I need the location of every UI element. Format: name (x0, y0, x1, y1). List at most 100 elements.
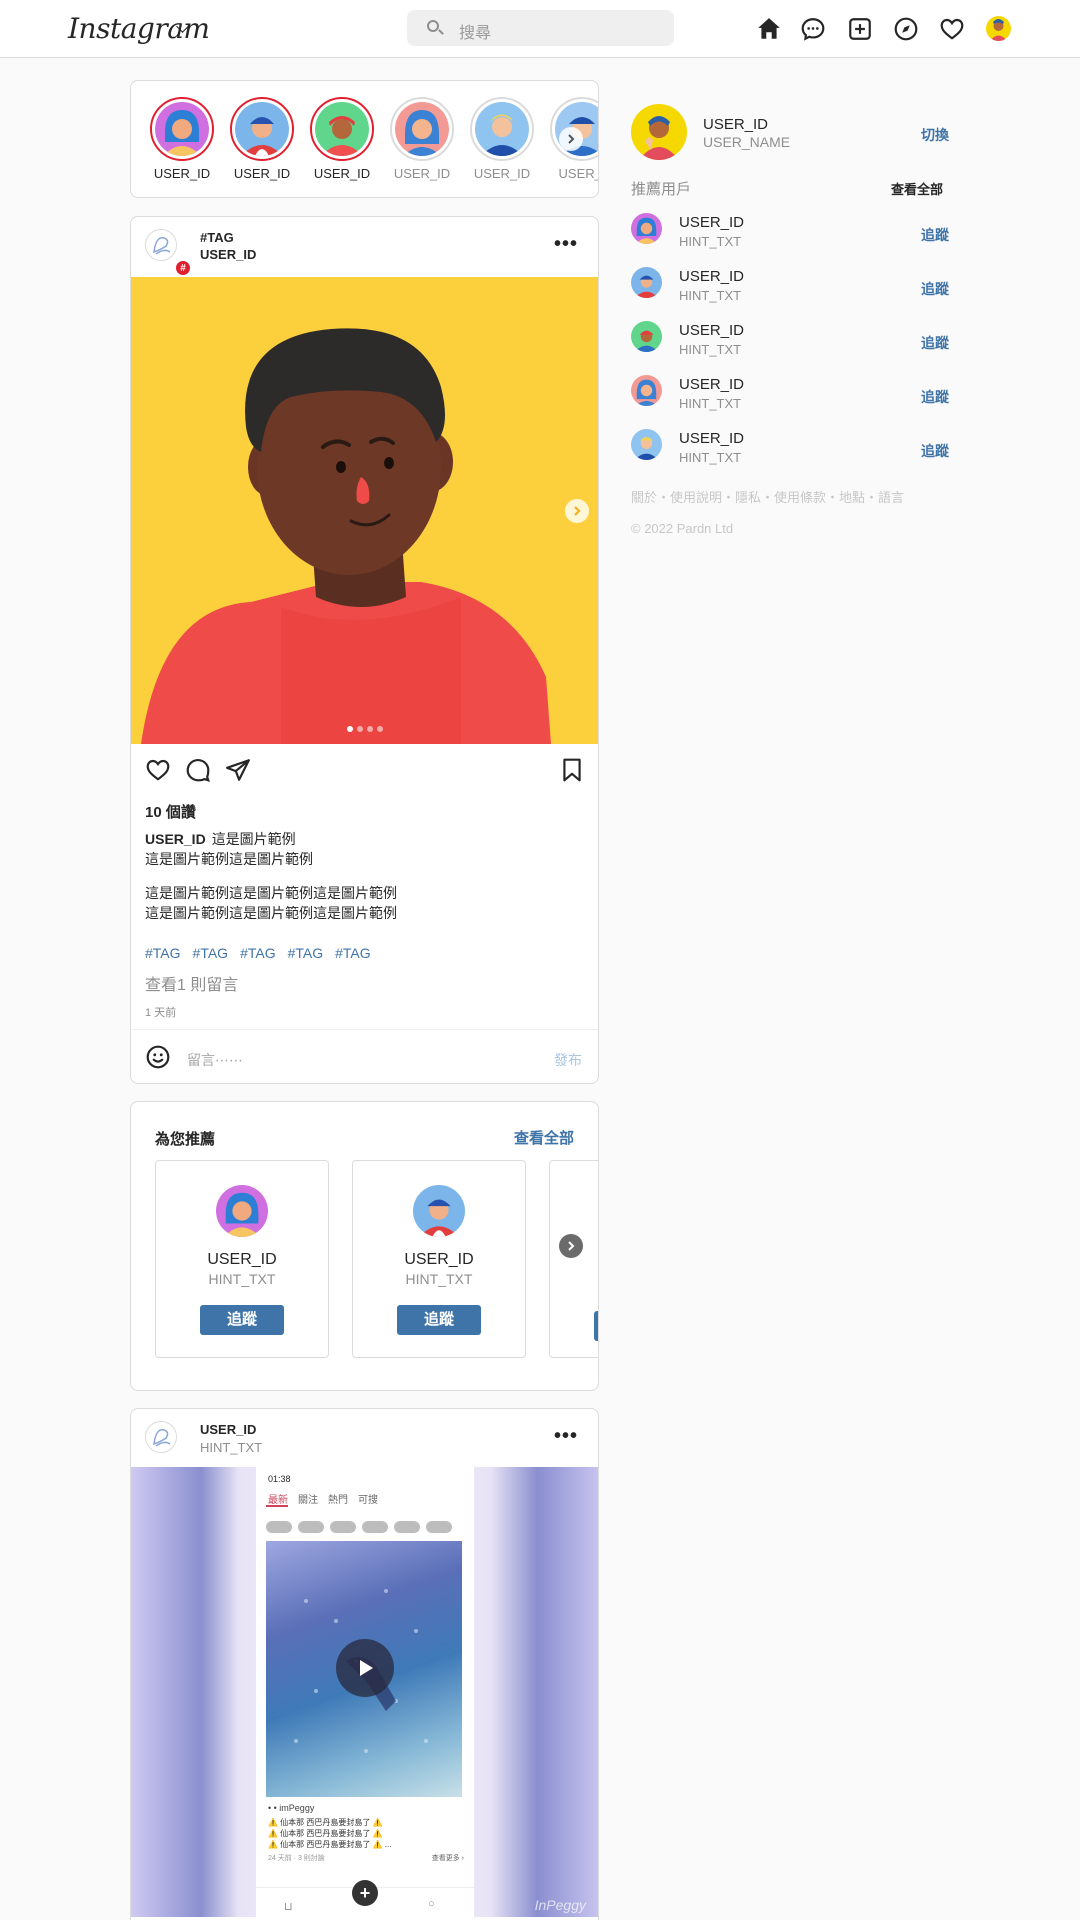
new-post-icon[interactable] (845, 14, 875, 44)
heart-activity-icon[interactable] (937, 14, 967, 44)
story-username: USER_ID (313, 166, 371, 181)
suggested-user-avatar[interactable] (631, 429, 662, 460)
post-author-avatar[interactable] (145, 1421, 177, 1453)
follow-button[interactable]: 追蹤 (397, 1305, 481, 1335)
story-username: USER_ID (153, 166, 211, 181)
home-icon[interactable] (754, 14, 784, 44)
hashtag-link[interactable]: #TAG (193, 945, 229, 961)
suggested-user-avatar[interactable] (631, 267, 662, 298)
top-navigation-bar: Instagram 搜尋 (0, 0, 1080, 58)
post-caption-body: 這是圖片範例這是圖片範例這是圖片範例 這是圖片範例這是圖片範例這是圖片範例 (145, 883, 585, 923)
post-tag[interactable]: #TAG (200, 229, 234, 246)
phone-post-meta: 24 天前 · 3 則討論 (268, 1855, 325, 1862)
image-next-button[interactable] (565, 499, 589, 523)
hashtag-link[interactable]: #TAG (288, 945, 324, 961)
post-author-avatar[interactable] (145, 229, 177, 261)
suggested-user-id[interactable]: USER_ID (679, 322, 744, 339)
phone-status-time: 01:38 (268, 1474, 291, 1484)
share-paper-plane-icon[interactable] (225, 757, 251, 788)
bookmark-icon[interactable] (559, 757, 585, 788)
comment-icon[interactable] (185, 757, 211, 788)
story-item[interactable]: USER_ID (307, 97, 377, 181)
suggested-user-avatar[interactable] (631, 213, 662, 244)
suggested-user-hint: HINT_TXT (679, 450, 742, 465)
more-options-icon[interactable]: ••• (554, 233, 578, 256)
suggested-user-name[interactable]: USER_ID (156, 1251, 328, 1269)
follow-button-partial[interactable] (594, 1311, 598, 1341)
story-avatar (315, 102, 369, 156)
plus-icon: + (352, 1880, 378, 1906)
stories-tray: USER_ID USER_ID USER_ID USER_ID USER_ID … (130, 80, 599, 198)
suggested-user-name[interactable]: USER_ID (353, 1251, 525, 1269)
post-username[interactable]: USER_ID (200, 246, 256, 263)
post-username[interactable]: USER_ID (200, 1421, 256, 1438)
suggestions-next-button[interactable] (559, 1234, 583, 1258)
messenger-icon[interactable] (798, 14, 828, 44)
carousel-indicator (131, 726, 598, 732)
suggested-user-hint: HINT_TXT (679, 234, 742, 249)
suggested-user-avatar[interactable] (413, 1185, 465, 1237)
post-video[interactable]: 01:38 最新 關注 熱門 可搜 • • imPeggy ⚠️ 仙本那 西巴丹… (131, 1467, 598, 1917)
suggested-user-id[interactable]: USER_ID (679, 268, 744, 285)
suggested-user-card[interactable]: USER_ID HINT_TXT 追蹤 (155, 1160, 329, 1358)
story-item[interactable]: USER_ID (387, 97, 457, 181)
phone-chips (266, 1521, 452, 1533)
follow-link[interactable]: 追蹤 (921, 387, 949, 407)
profile-avatar[interactable] (986, 16, 1011, 41)
video-watermark: InPeggy (534, 1897, 586, 1913)
post-hint: HINT_TXT (200, 1440, 263, 1455)
phone-tab: 可搜 (358, 1495, 378, 1506)
search-input[interactable]: 搜尋 (407, 10, 674, 46)
like-heart-icon[interactable] (145, 757, 171, 788)
like-count[interactable]: 10 個讚 (145, 801, 196, 822)
post-image[interactable] (131, 277, 598, 744)
video-play-button[interactable] (336, 1639, 394, 1697)
story-item[interactable]: USER_ID (147, 97, 217, 181)
suggested-user-avatar[interactable] (216, 1185, 268, 1237)
suggested-user-hint: HINT_TXT (679, 342, 742, 357)
phone-text-line: ⚠️ 仙本那 西巴丹島要封島了 ⚠️ (268, 1818, 383, 1827)
story-item[interactable]: USER_ID (467, 97, 537, 181)
feed-post-video: USER_ID HINT_TXT ••• 01:38 最新 關注 熱門 可搜 •… (130, 1408, 599, 1920)
switch-account-link[interactable]: 切換 (921, 125, 949, 145)
post-header: USER_ID HINT_TXT (145, 1421, 262, 1455)
phone-text-line: ⚠️ 仙本那 西巴丹島要封島了 ⚠️ (268, 1829, 383, 1838)
my-profile-avatar[interactable] (631, 104, 687, 160)
follow-link[interactable]: 追蹤 (921, 279, 949, 299)
hashtag-link[interactable]: #TAG (145, 945, 181, 961)
see-all-link[interactable]: 查看全部 (514, 1127, 574, 1148)
follow-button[interactable]: 追蹤 (200, 1305, 284, 1335)
hashtag-link[interactable]: #TAG (240, 945, 276, 961)
view-comments-link[interactable]: 查看1 則留言 (145, 971, 238, 995)
story-username: USER_ID (233, 166, 291, 181)
story-username: USER_I (558, 166, 598, 181)
suggested-user-id[interactable]: USER_ID (679, 430, 744, 447)
post-hashtags: #TAG #TAG #TAG #TAG #TAG (145, 945, 383, 961)
follow-link[interactable]: 追蹤 (921, 225, 949, 245)
suggested-user-avatar[interactable] (631, 321, 662, 352)
suggested-user-id[interactable]: USER_ID (679, 214, 744, 231)
suggested-user-avatar[interactable] (631, 375, 662, 406)
explore-compass-icon[interactable] (891, 14, 921, 44)
instagram-logo[interactable]: Instagram (68, 12, 210, 45)
suggested-user-id[interactable]: USER_ID (679, 376, 744, 393)
cart-icon: ⊔ (284, 1901, 293, 1913)
more-options-icon[interactable]: ••• (554, 1425, 578, 1448)
story-item[interactable]: USER_ID (227, 97, 297, 181)
my-user-id[interactable]: USER_ID (703, 116, 768, 133)
suggested-user-card-partial[interactable] (549, 1160, 598, 1358)
follow-link[interactable]: 追蹤 (921, 333, 949, 353)
emoji-smiley-icon[interactable] (145, 1044, 171, 1075)
publish-comment-button[interactable]: 發布 (554, 1050, 582, 1070)
phone-post-user: • • imPeggy (268, 1803, 315, 1813)
chevron-right-icon (568, 1241, 575, 1251)
phone-screenshot: 01:38 最新 關注 熱門 可搜 • • imPeggy ⚠️ 仙本那 西巴丹… (256, 1467, 474, 1917)
footer-links[interactable]: 關於・使用說明・隱私・使用條款・地點・語言 (631, 487, 904, 506)
suggested-see-all-link[interactable]: 查看全部 (891, 179, 943, 198)
follow-link[interactable]: 追蹤 (921, 441, 949, 461)
suggested-user-card[interactable]: USER_ID HINT_TXT 追蹤 (352, 1160, 526, 1358)
comment-input[interactable]: 留言⋯⋯ (187, 1050, 243, 1070)
stories-next-button[interactable] (559, 127, 583, 151)
caption-username[interactable]: USER_ID (145, 831, 206, 847)
hashtag-link[interactable]: #TAG (335, 945, 371, 961)
